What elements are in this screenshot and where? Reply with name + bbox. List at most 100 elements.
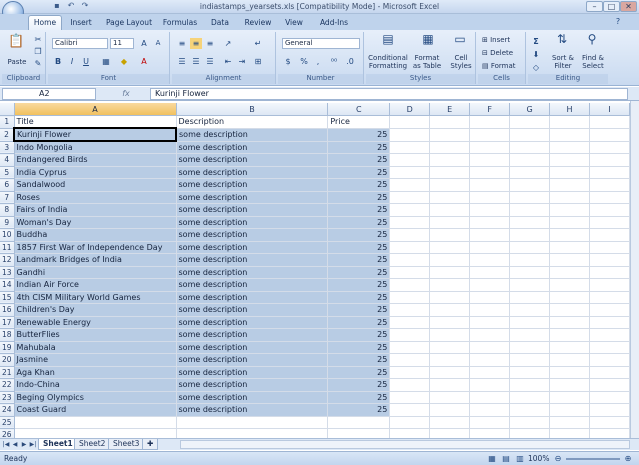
column-header-h[interactable]: H — [549, 103, 590, 116]
row-header[interactable]: 6 — [0, 178, 15, 192]
currency-button[interactable]: $ — [282, 56, 294, 67]
fill-color-icon[interactable]: ◆ — [118, 56, 130, 67]
zoom-out-icon[interactable]: ⊖ — [552, 453, 564, 464]
cell[interactable]: 25 — [327, 166, 391, 179]
find-select-button-line2[interactable]: Select — [578, 62, 608, 70]
cell[interactable] — [469, 378, 511, 392]
cell[interactable]: Roses — [14, 191, 177, 204]
cell[interactable]: some description — [176, 391, 329, 404]
cell[interactable] — [389, 366, 431, 379]
cell[interactable] — [589, 241, 630, 254]
cell[interactable] — [469, 341, 511, 354]
row-header[interactable]: 4 — [0, 153, 15, 167]
cell[interactable] — [389, 353, 431, 367]
cell[interactable] — [549, 403, 590, 417]
font-family-select[interactable]: Calibri — [52, 38, 108, 49]
cell[interactable] — [14, 428, 177, 438]
format-cells-button[interactable]: ▤ Format — [482, 62, 522, 70]
cell[interactable] — [509, 378, 551, 392]
cell[interactable] — [389, 341, 431, 354]
delete-cells-button[interactable]: ⊟ Delete — [482, 49, 522, 57]
name-box[interactable]: A2 — [2, 88, 96, 100]
cell[interactable]: some description — [176, 153, 329, 167]
cell[interactable] — [509, 428, 551, 438]
cell[interactable] — [589, 266, 630, 279]
cell[interactable]: Price — [327, 115, 391, 129]
cell[interactable] — [509, 141, 551, 154]
cell[interactable] — [509, 191, 551, 204]
cell[interactable] — [389, 203, 431, 217]
row-header[interactable]: 8 — [0, 203, 15, 217]
cell[interactable] — [549, 128, 590, 142]
cell[interactable] — [389, 328, 431, 342]
cell[interactable] — [14, 416, 177, 429]
cell[interactable] — [176, 428, 329, 438]
cell[interactable]: Description — [176, 115, 329, 129]
cell[interactable]: Buddha — [14, 228, 177, 242]
cell[interactable]: Aga Khan — [14, 366, 177, 379]
cell[interactable]: 25 — [327, 241, 391, 254]
cell[interactable] — [176, 416, 329, 429]
cell[interactable]: 25 — [327, 291, 391, 304]
shrink-font-icon[interactable]: A — [152, 38, 164, 49]
cell[interactable] — [549, 153, 590, 167]
cell[interactable] — [469, 391, 511, 404]
increase-decimal-icon[interactable]: ⁰⁰ — [328, 56, 340, 67]
cell[interactable] — [389, 416, 431, 429]
cell[interactable]: 1857 First War of Independence Day — [14, 241, 177, 254]
format-painter-icon[interactable]: ✎ — [32, 58, 44, 69]
row-header[interactable]: 24 — [0, 403, 15, 417]
tab-home[interactable]: Home — [28, 15, 62, 30]
cell[interactable]: some description — [176, 178, 329, 192]
cell[interactable]: some description — [176, 216, 329, 229]
cell[interactable] — [469, 353, 511, 367]
cell[interactable] — [549, 178, 590, 192]
normal-view-icon[interactable]: ▦ — [486, 453, 498, 464]
conditional-formatting-button[interactable]: Conditional — [366, 54, 410, 62]
cell[interactable]: Title — [14, 115, 177, 129]
cell[interactable] — [389, 216, 431, 229]
cell[interactable]: some description — [176, 403, 329, 417]
cell[interactable]: some description — [176, 328, 329, 342]
cell[interactable] — [389, 278, 431, 292]
row-header[interactable]: 1 — [0, 115, 15, 129]
cell[interactable] — [389, 291, 431, 304]
row-header[interactable]: 20 — [0, 353, 15, 367]
cell[interactable] — [589, 115, 630, 129]
column-header-i[interactable]: I — [589, 103, 630, 116]
row-header[interactable]: 2 — [0, 128, 15, 142]
cell[interactable]: Indian Air Force — [14, 278, 177, 292]
cell[interactable] — [389, 153, 431, 167]
tab-review[interactable]: Review — [240, 16, 276, 30]
cell[interactable] — [429, 403, 471, 417]
row-header[interactable]: 12 — [0, 253, 15, 267]
cell[interactable] — [469, 128, 511, 142]
increase-indent-icon[interactable]: ⇥ — [236, 56, 248, 67]
cell[interactable]: some description — [176, 141, 329, 154]
cell-styles-button-line2[interactable]: Styles — [446, 62, 476, 70]
cell[interactable] — [469, 266, 511, 279]
insert-function-button[interactable]: fx — [104, 88, 148, 100]
cell[interactable]: Kurinji Flower — [13, 127, 178, 142]
paste-icon[interactable]: 📋 — [8, 35, 24, 52]
tab-formulas[interactable]: Formulas — [160, 16, 200, 30]
minimize-button[interactable]: – — [586, 1, 603, 12]
row-header[interactable]: 3 — [0, 141, 15, 154]
cell[interactable]: some description — [176, 191, 329, 204]
cell[interactable]: 25 — [327, 303, 391, 317]
conditional-formatting-icon[interactable]: ▤ — [380, 33, 396, 50]
cell[interactable] — [509, 278, 551, 292]
cell[interactable]: 25 — [327, 378, 391, 392]
cell[interactable] — [589, 191, 630, 204]
cell[interactable]: Coast Guard — [14, 403, 177, 417]
cell[interactable] — [429, 216, 471, 229]
cell[interactable]: some description — [176, 241, 329, 254]
cell[interactable] — [509, 153, 551, 167]
cell[interactable]: some description — [176, 291, 329, 304]
cell-styles-icon[interactable]: ▭ — [452, 33, 468, 50]
cell[interactable] — [549, 366, 590, 379]
cell[interactable] — [389, 191, 431, 204]
cell[interactable] — [509, 166, 551, 179]
cell[interactable]: 25 — [327, 128, 391, 142]
cell[interactable]: 25 — [327, 153, 391, 167]
